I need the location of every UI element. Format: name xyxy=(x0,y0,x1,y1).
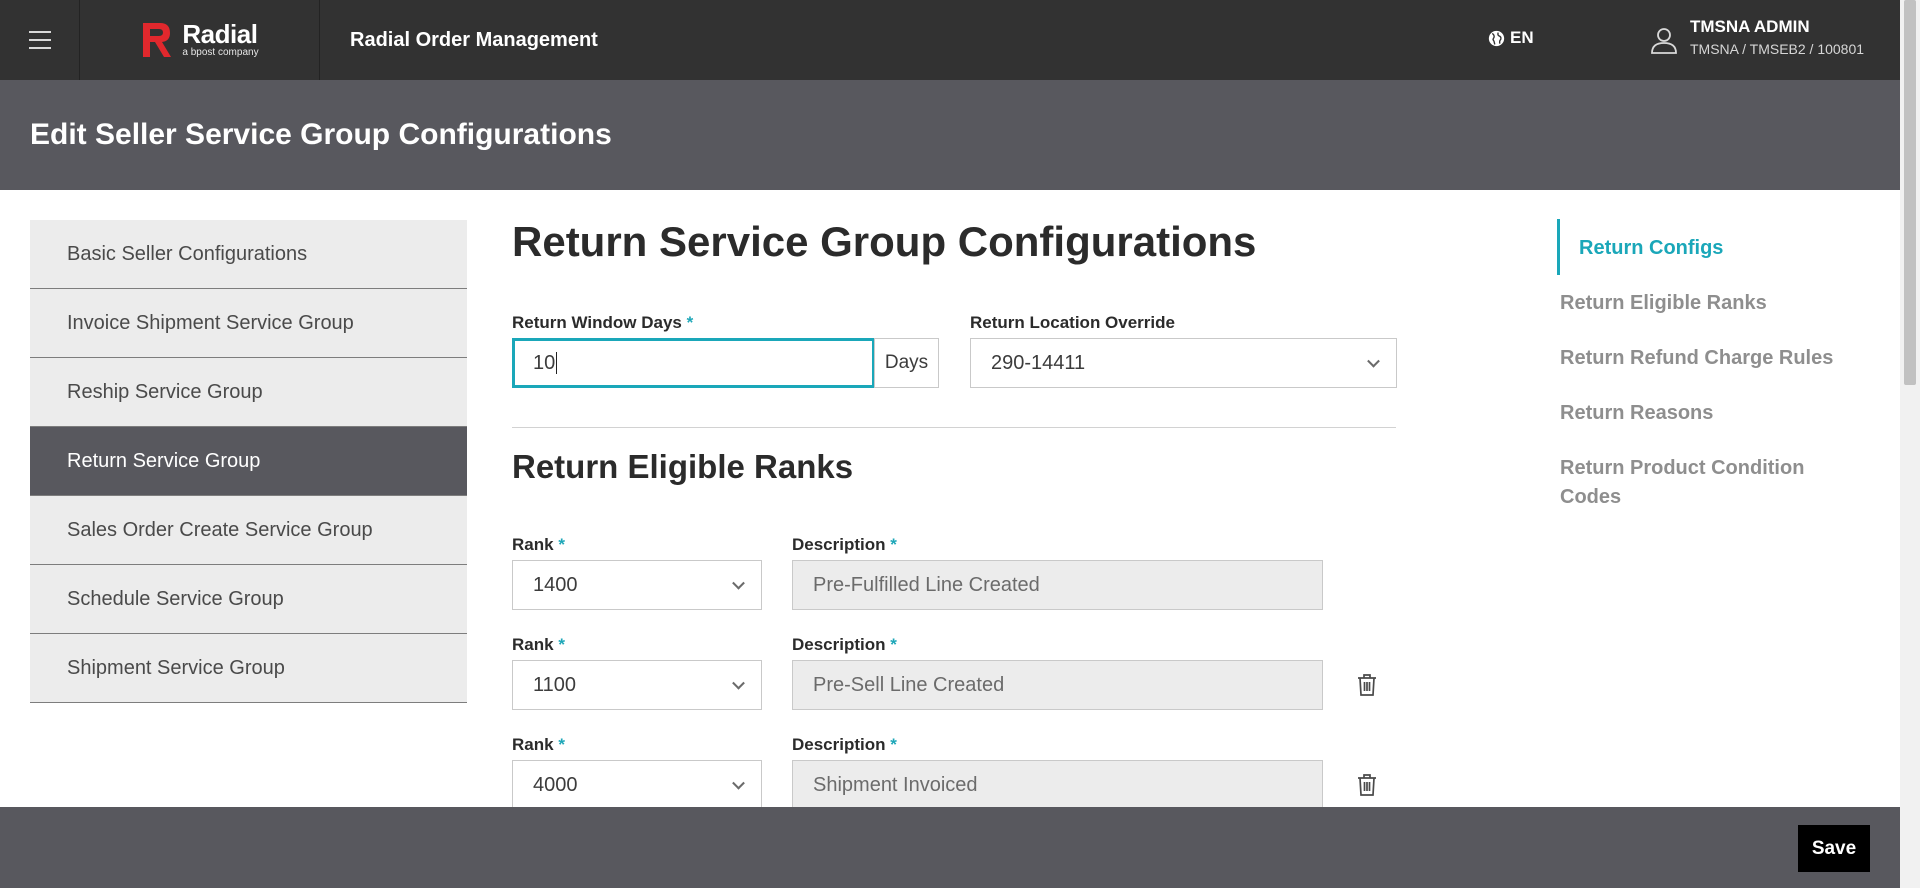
section-title-return-eligible-ranks: Return Eligible Ranks xyxy=(512,448,854,485)
app-title: Radial Order Management xyxy=(350,28,598,51)
nav-item-reship-service-group[interactable]: Reship Service Group xyxy=(30,358,467,427)
rank-description-field: Pre-Fulfilled Line Created xyxy=(792,560,1323,610)
anchor-return-product-condition-codes-line2[interactable]: Codes xyxy=(1560,482,1621,512)
service-group-nav: Basic Seller Configurations Invoice Ship… xyxy=(30,220,467,703)
description-label: Description * xyxy=(792,635,897,654)
page-header: Edit Seller Service Group Configurations xyxy=(0,80,1900,190)
nav-item-sales-order-create-service-group[interactable]: Sales Order Create Service Group xyxy=(30,496,467,565)
return-window-days-label: Return Window Days * xyxy=(512,313,694,332)
section-title-return-configs: Return Service Group Configurations xyxy=(512,218,1257,265)
trash-icon[interactable] xyxy=(1356,773,1378,797)
radial-logo-icon xyxy=(143,23,172,57)
page-title: Edit Seller Service Group Configurations xyxy=(30,118,612,151)
active-anchor-indicator xyxy=(1557,219,1560,275)
language-label: EN xyxy=(1510,28,1534,47)
top-bar: Radial a bpost company Radial Order Mana… xyxy=(0,0,1920,80)
chevron-down-icon xyxy=(1367,354,1380,368)
rank-description-field: Pre-Sell Line Created xyxy=(792,660,1323,710)
rank-select[interactable]: 4000 xyxy=(512,760,762,810)
anchor-return-configs[interactable]: Return Configs xyxy=(1579,233,1723,263)
return-location-override-label: Return Location Override xyxy=(970,313,1175,332)
description-label: Description * xyxy=(792,535,897,554)
description-label: Description * xyxy=(792,735,897,754)
days-addon: Days xyxy=(874,338,939,388)
anchor-return-product-condition-codes[interactable]: Return Product Condition xyxy=(1560,453,1804,483)
nav-item-schedule-service-group[interactable]: Schedule Service Group xyxy=(30,565,467,634)
rank-label: Rank * xyxy=(512,635,565,654)
user-info[interactable]: TMSNA ADMIN TMSNA / TMSEB2 / 100801 xyxy=(1690,17,1864,57)
logo-tagline: a bpost company xyxy=(182,47,259,58)
rank-label: Rank * xyxy=(512,535,565,554)
anchor-return-reasons[interactable]: Return Reasons xyxy=(1560,398,1713,428)
hamburger-menu-button[interactable] xyxy=(0,0,80,80)
nav-item-return-service-group[interactable]: Return Service Group xyxy=(30,427,467,496)
footer-bar xyxy=(0,807,1900,888)
user-name: TMSNA ADMIN xyxy=(1690,17,1810,36)
chevron-down-icon xyxy=(732,576,745,590)
rank-select[interactable]: 1400 xyxy=(512,560,762,610)
hamburger-icon xyxy=(28,28,51,52)
section-divider xyxy=(512,427,1396,428)
globe-icon xyxy=(1488,30,1505,46)
language-selector[interactable]: EN xyxy=(1488,28,1534,48)
anchor-return-refund-charge-rules[interactable]: Return Refund Charge Rules xyxy=(1560,343,1833,373)
rank-label: Rank * xyxy=(512,735,565,754)
logo-name: Radial xyxy=(182,19,258,49)
anchor-return-eligible-ranks[interactable]: Return Eligible Ranks xyxy=(1560,288,1767,318)
rank-select[interactable]: 1100 xyxy=(512,660,762,710)
chevron-down-icon xyxy=(732,676,745,690)
chevron-down-icon xyxy=(732,776,745,790)
rank-description-field: Shipment Invoiced xyxy=(792,760,1323,810)
nav-item-shipment-service-group[interactable]: Shipment Service Group xyxy=(30,634,467,703)
nav-item-basic-seller-configurations[interactable]: Basic Seller Configurations xyxy=(30,220,467,289)
nav-item-invoice-shipment-service-group[interactable]: Invoice Shipment Service Group xyxy=(30,289,467,358)
user-icon[interactable] xyxy=(1650,26,1678,54)
trash-icon[interactable] xyxy=(1356,673,1378,697)
user-org-path: TMSNA / TMSEB2 / 100801 xyxy=(1690,41,1865,57)
scrollbar-thumb[interactable] xyxy=(1904,0,1916,385)
return-window-days-input[interactable]: 10 xyxy=(512,338,875,388)
logo[interactable]: Radial a bpost company xyxy=(80,0,320,80)
return-location-override-select[interactable]: 290-14411 xyxy=(970,338,1397,388)
save-button[interactable]: Save xyxy=(1798,825,1870,872)
